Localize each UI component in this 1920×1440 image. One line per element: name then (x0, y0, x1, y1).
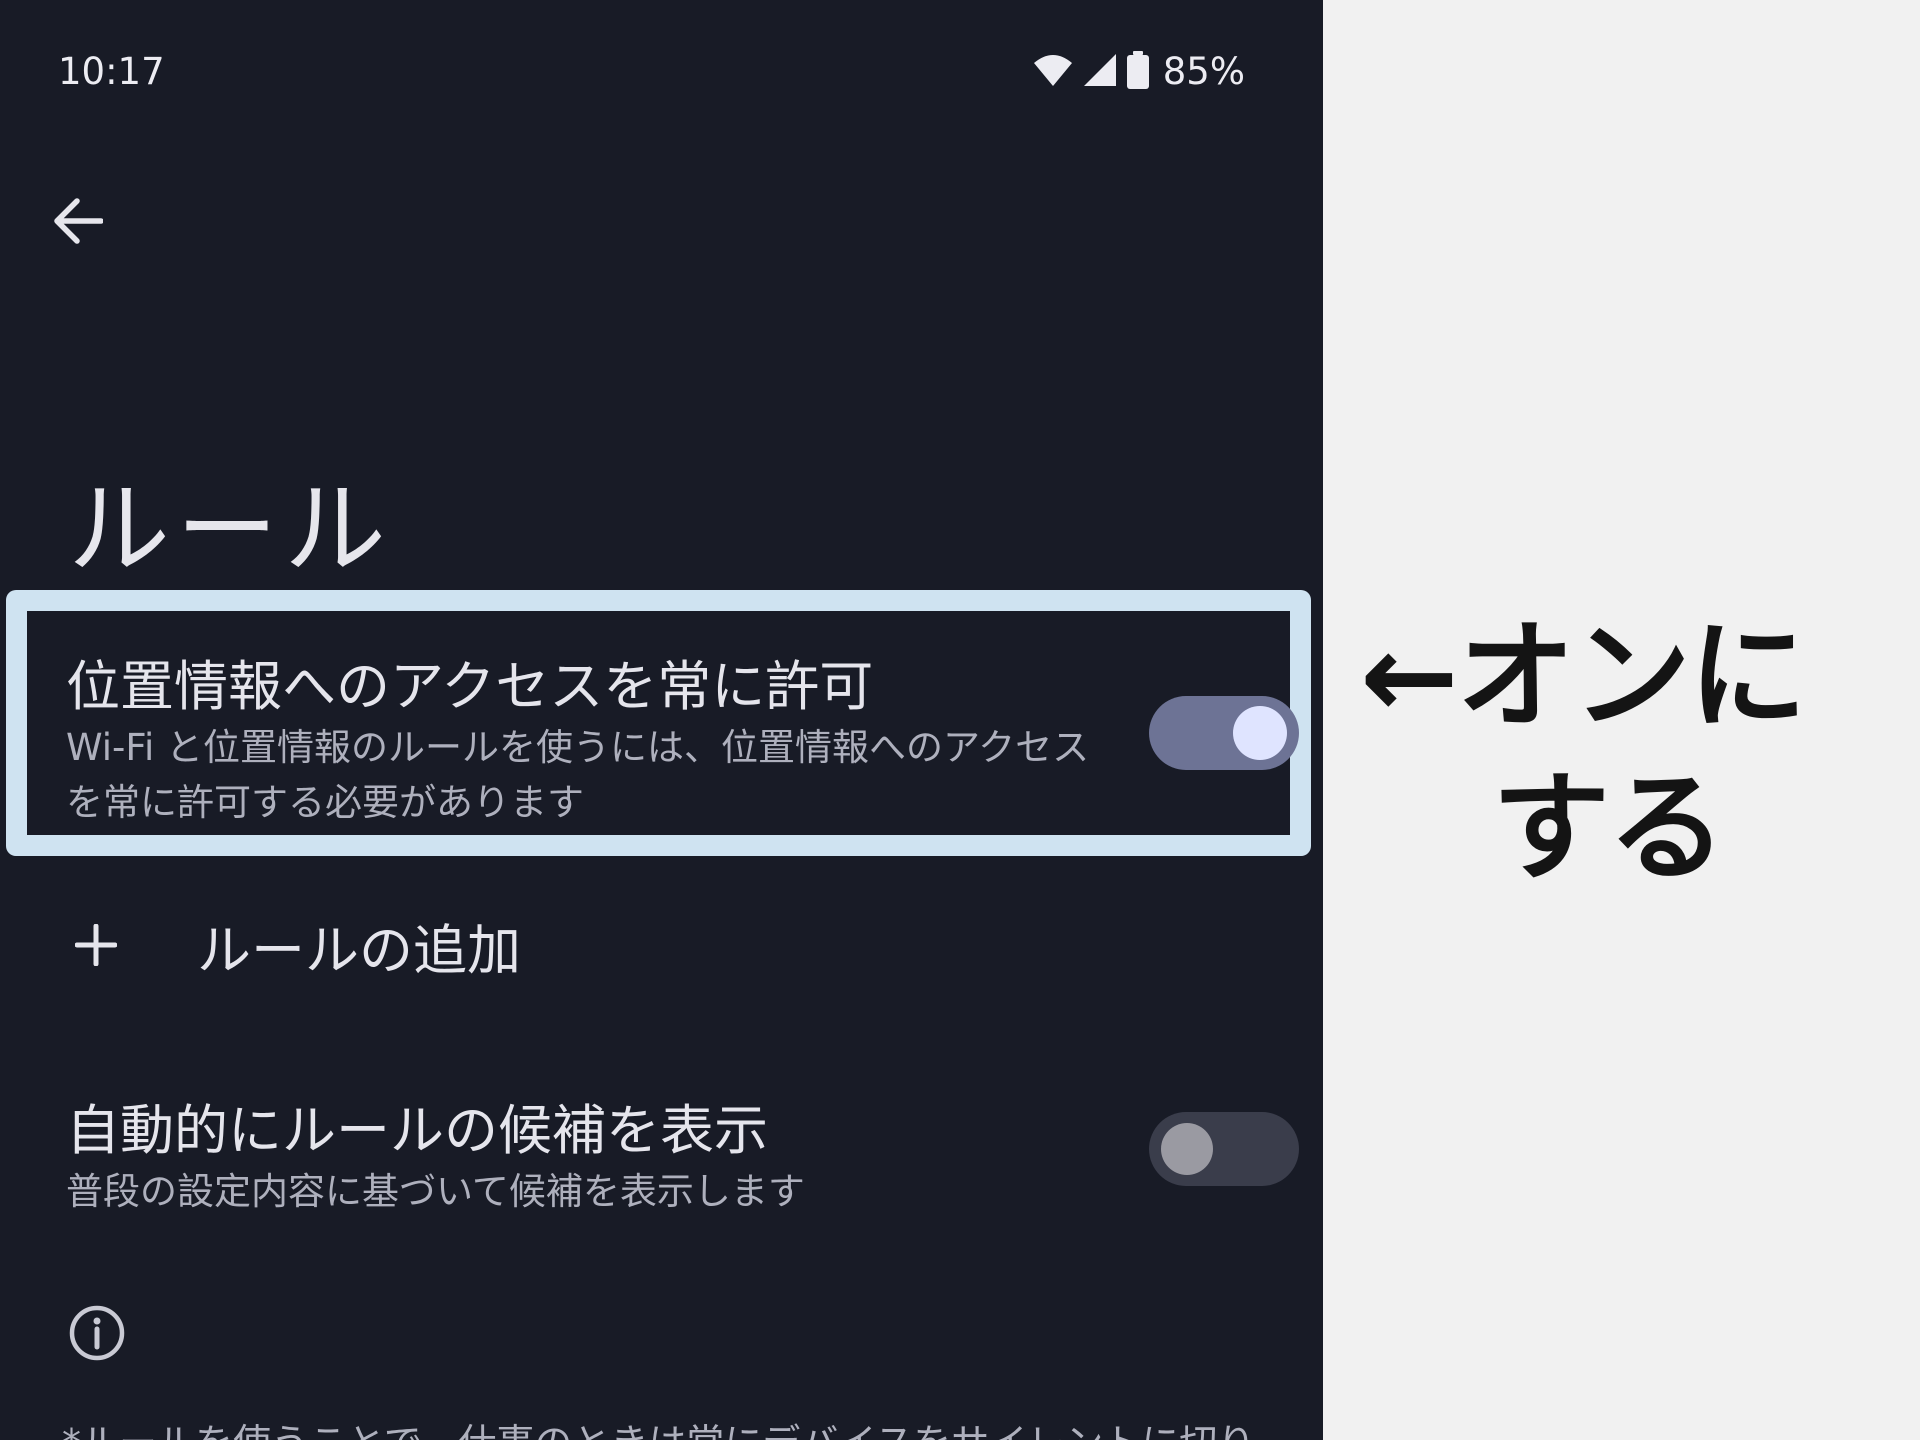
battery-icon (1126, 50, 1149, 93)
plus-icon (70, 919, 122, 971)
add-rule-button[interactable]: ルールの追加 (70, 905, 521, 985)
annotation-callout: ←オンに する (1360, 600, 1807, 904)
footer-note: *ルールを使うことで、仕事のときは常にデバイスをサイレントに切り (62, 1412, 1255, 1440)
location-access-description-line2: を常に許可する必要があります (66, 781, 584, 824)
wifi-icon (1033, 53, 1073, 91)
add-rule-label: ルールの追加 (197, 918, 521, 982)
annotation-line-1: ←オンに (1360, 607, 1807, 745)
auto-suggest-title: 自動的にルールの候補を表示 (66, 1099, 768, 1162)
annotation-line-2: する (1492, 759, 1726, 897)
back-arrow-icon (53, 198, 104, 248)
toggle-knob (1233, 706, 1287, 760)
location-access-description-line1: Wi-Fi と位置情報のルールを使うには、位置情報へのアクセス (66, 726, 1090, 769)
toggle-knob (1161, 1123, 1213, 1175)
auto-suggest-toggle[interactable] (1149, 1112, 1299, 1186)
page-title: ルール (68, 471, 392, 590)
location-access-title: 位置情報へのアクセスを常に許可 (66, 655, 874, 718)
cellular-signal-icon (1083, 53, 1117, 91)
auto-suggest-description: 普段の設定内容に基づいて候補を表示します (66, 1170, 805, 1213)
status-time: 10:17 (58, 50, 165, 93)
info-icon (68, 1304, 126, 1362)
phone-screen: 10:17 85% ルール 位置情報へのアクセスを常に許可 Wi-Fi と位置情… (0, 0, 1323, 1440)
back-button[interactable] (45, 190, 111, 256)
status-bar: 10:17 85% (0, 0, 1323, 150)
battery-percentage: 85% (1162, 50, 1245, 93)
location-access-toggle[interactable] (1149, 696, 1299, 770)
status-icons: 85% (1033, 50, 1245, 93)
